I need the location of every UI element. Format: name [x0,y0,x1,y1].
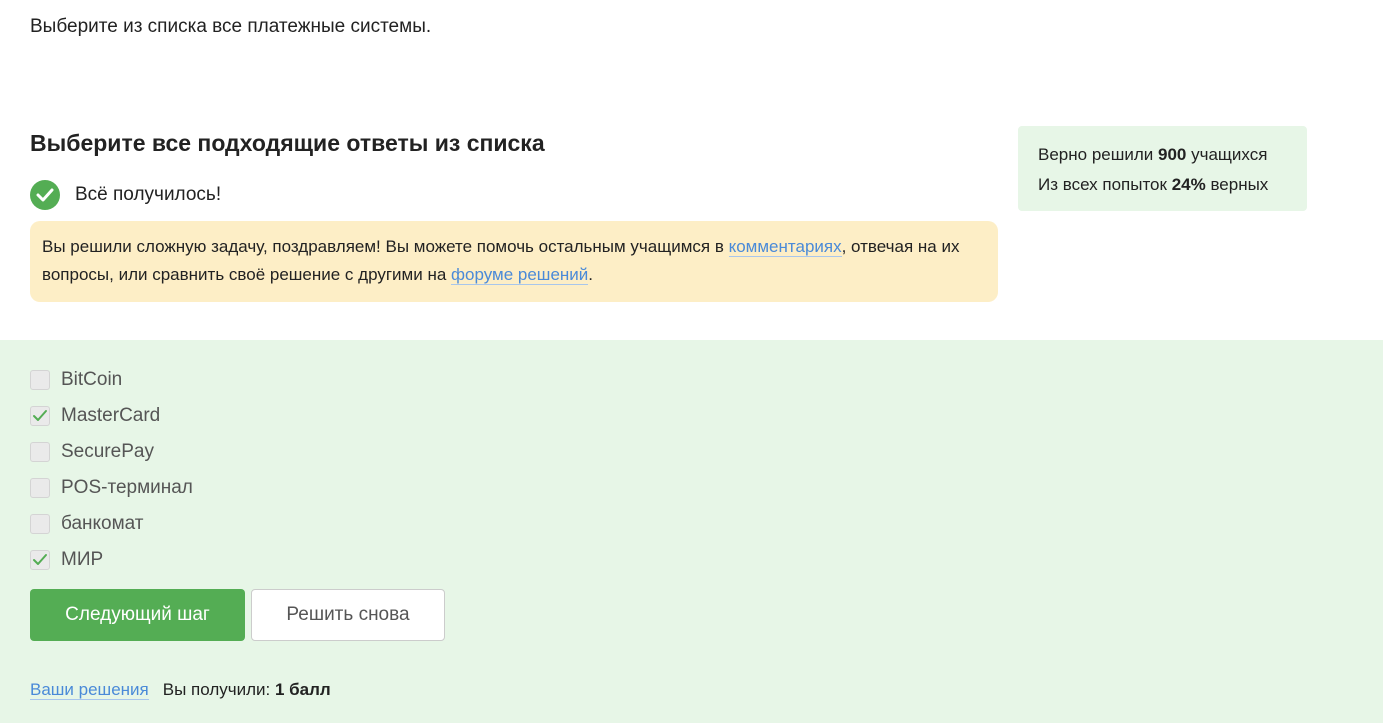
options-list: BitCoin MasterCard SecurePay POS-терминал ба… [30,362,193,578]
congrats-hint: Вы решили сложную задачу, поздравляем! В… [30,221,998,302]
status-text: Всё получилось! [75,184,222,205]
option-label: MasterCard [61,405,161,426]
checkbox[interactable] [30,514,50,534]
answer-option[interactable]: POS-терминал [30,470,193,506]
check-circle-icon [30,180,60,210]
option-label: POS-терминал [61,477,193,498]
option-label: МИР [61,549,104,570]
hint-text-end: . [588,265,594,284]
task-title: Выберите все подходящие ответы из списка [30,130,545,156]
solved-stat: Верно решили 900 учащихся [1038,140,1287,170]
checkbox-checked[interactable] [30,406,50,426]
attempts-percent: 24% [1171,175,1206,194]
checkbox[interactable] [30,442,50,462]
checkbox[interactable] [30,478,50,498]
score-value: 1 балл [274,680,331,699]
option-label: SecurePay [61,441,154,462]
answer-option[interactable]: МИР [30,542,193,578]
result-status: Всё получилось! [30,180,221,210]
answer-option[interactable]: банкомат [30,506,193,542]
solved-prefix: Верно решили [1038,145,1158,164]
next-step-button[interactable]: Следующий шаг [30,589,245,641]
attempts-suffix: верных [1205,175,1269,194]
footer: Ваши решения Вы получили: 1 балл [30,680,331,700]
comments-link[interactable]: комментариях [728,237,842,257]
answer-option[interactable]: SecurePay [30,434,193,470]
check-icon [33,554,47,565]
answers-section: BitCoin MasterCard SecurePay POS-терминал ба… [0,340,1383,723]
check-icon [33,410,47,421]
option-label: BitCoin [61,369,123,390]
checkbox-checked[interactable] [30,550,50,570]
question-text: Выберите из списка все платежные системы… [30,16,432,37]
attempts-prefix: Из всех попыток [1038,175,1172,194]
stats-box: Верно решили 900 учащихся Из всех попыто… [1018,126,1307,211]
answer-option[interactable]: MasterCard [30,398,193,434]
attempts-stat: Из всех попыток 24% верных [1038,170,1287,200]
your-solutions-link[interactable]: Ваши решения [30,680,149,700]
option-label: банкомат [61,513,144,534]
hint-text-start: Вы решили сложную задачу, поздравляем! В… [42,237,729,256]
solved-suffix: учащихся [1186,145,1268,164]
forum-link[interactable]: форуме решений [451,265,589,285]
checkbox[interactable] [30,370,50,390]
solved-count: 900 [1158,145,1187,164]
solve-again-button[interactable]: Решить снова [251,589,445,641]
answer-option[interactable]: BitCoin [30,362,193,398]
score-prefix: Вы получили: [162,680,275,699]
